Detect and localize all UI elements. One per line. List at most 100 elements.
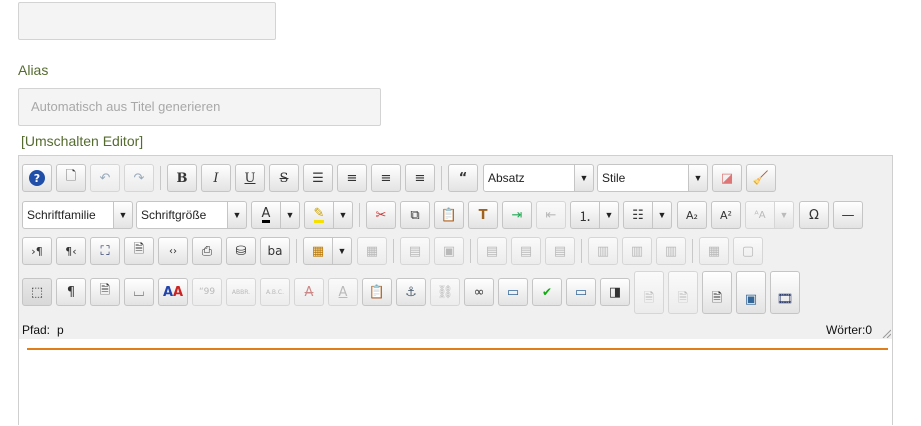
highlight-color-arrow[interactable]: ▼ [334,201,353,229]
nonbreaking-button[interactable]: ⌴ [124,278,154,306]
ins-button[interactable]: A [328,278,358,306]
format-select[interactable]: Absatz [483,164,575,192]
help-button[interactable]: ? [22,164,52,192]
title-input[interactable] [18,2,276,40]
bold-icon: B [176,170,188,186]
font-size-arrow[interactable]: ▼ [775,201,794,229]
bold-button[interactable]: B [167,164,197,192]
link-button[interactable]: ∞ [464,278,494,306]
highlight-color-button[interactable]: ✎ [304,201,334,229]
abbr-button[interactable]: ABBR. [226,278,256,306]
fullscreen-button[interactable]: ⛶ [90,237,120,265]
template-button[interactable]: 🗎 [124,237,154,265]
redo-button[interactable]: ↷ [124,164,154,192]
spellcheck-button[interactable]: ✔ [532,278,562,306]
bullet-list-button[interactable]: ☷ [623,201,653,229]
subscript-button[interactable]: A₂ [677,201,707,229]
anchor-button[interactable]: ⚓ [396,278,426,306]
cut-button[interactable]: ✂ [366,201,396,229]
visual-aid-button[interactable]: ⬚ [22,278,52,306]
insert-row-before-button[interactable]: ▤ [477,237,507,265]
pagebreak-button[interactable]: 🗎 [668,271,698,314]
del-button[interactable]: A [294,278,324,306]
new-document-button[interactable]: 🗋 [56,164,86,192]
toolbar-separator [160,166,161,190]
ltr-button[interactable]: ›¶ [22,237,52,265]
alias-input[interactable]: Automatisch aus Titel generieren [18,88,381,126]
cite-button[interactable]: “99 [192,278,222,306]
copy-button[interactable]: ⧉ [400,201,430,229]
readmore-button[interactable]: 🗎 [702,271,732,314]
font-size-select[interactable]: Schriftgröße [136,201,228,229]
acronym-button[interactable]: A.B.C. [260,278,290,306]
undo-button[interactable]: ↶ [90,164,120,192]
insert-file-button[interactable]: 🗎 [90,278,120,306]
delete-table-button[interactable]: ▦ [357,237,387,265]
outdent-button[interactable]: ⇤ [536,201,566,229]
chevron-down-icon: ▼ [285,210,295,220]
paste-button[interactable]: 📋 [434,201,464,229]
cut-icon: ✂ [375,207,387,223]
row-props-button[interactable]: ▤ [400,237,430,265]
replace-button[interactable]: ba [260,237,290,265]
styles-select-arrow[interactable]: ▼ [689,164,708,192]
delete-row-button[interactable]: ▤ [545,237,575,265]
print-button[interactable]: ⎙ [192,237,222,265]
indent-button[interactable]: ⇥ [502,201,532,229]
insert-col-before-button[interactable]: ▥ [588,237,618,265]
table-button[interactable]: ▦ [303,237,333,265]
resize-handle-icon[interactable] [881,328,891,338]
text-color-arrow[interactable]: ▼ [281,201,300,229]
horizontal-rule-button[interactable]: — [833,201,863,229]
image-button[interactable]: ▭ [498,278,528,306]
toggle-editor-link[interactable]: [Umschalten Editor] [21,133,143,149]
cleanup-button[interactable]: 🧹 [746,164,776,192]
insert-row-after-button[interactable]: ▤ [511,237,541,265]
align-right-button[interactable]: ≡ [405,164,435,192]
numbered-list-button[interactable]: ⒈ [570,201,600,229]
italic-button[interactable]: I [201,164,231,192]
unlink-button[interactable]: ⛓ [430,278,460,306]
text-color-button[interactable]: A [251,201,281,229]
show-blocks-button[interactable]: ¶ [56,278,86,306]
justify-button[interactable]: ☰ [303,164,333,192]
visual-aid-icon: ⬚ [30,284,44,300]
font-size-select-arrow[interactable]: ▼ [228,201,247,229]
format-select-arrow[interactable]: ▼ [575,164,594,192]
layer-abs-button[interactable]: ◨ [600,278,630,306]
path-element[interactable]: p [57,323,64,337]
editor-content-area[interactable] [19,339,892,426]
source-code-button[interactable]: ‹› [158,237,188,265]
readmore-icon: 🗎 [711,290,723,306]
bullet-list-arrow[interactable]: ▼ [653,201,672,229]
underline-button[interactable]: U [235,164,265,192]
rtl-button[interactable]: ¶‹ [56,237,86,265]
font-size-button[interactable]: ᴬA [745,201,775,229]
search-button[interactable]: ⛁ [226,237,256,265]
styles-select[interactable]: Stile [597,164,689,192]
paste-text-button[interactable]: T [468,201,498,229]
insert-col-after-button[interactable]: ▥ [622,237,652,265]
delete-col-button[interactable]: ▥ [656,237,686,265]
special-char-button[interactable]: Ω [799,201,829,229]
highlight-icon: ✎ [313,206,325,223]
font-family-select[interactable]: Schriftfamilie [22,201,114,229]
align-center-button[interactable]: ≡ [337,164,367,192]
numbered-list-arrow[interactable]: ▼ [600,201,619,229]
video-button[interactable]: 🎞 [770,271,800,314]
layer-button[interactable]: ▭ [566,278,596,306]
cell-props-button[interactable]: ▣ [434,237,464,265]
split-cells-button[interactable]: ▦ [699,237,729,265]
align-left-button[interactable]: ≡ [371,164,401,192]
blockquote-button[interactable]: “ [448,164,478,192]
table-arrow[interactable]: ▼ [333,237,352,265]
font-family-select-arrow[interactable]: ▼ [114,201,133,229]
merge-cells-button[interactable]: ▢ [733,237,763,265]
paste-word-button[interactable]: 📋 [362,278,392,306]
superscript-button[interactable]: A² [711,201,741,229]
style-props-button[interactable]: AA [158,278,188,306]
remove-format-button[interactable]: ◪ [712,164,742,192]
article-button[interactable]: 🗎 [634,271,664,314]
media-button[interactable]: ▣ [736,271,766,314]
strikethrough-button[interactable]: S [269,164,299,192]
